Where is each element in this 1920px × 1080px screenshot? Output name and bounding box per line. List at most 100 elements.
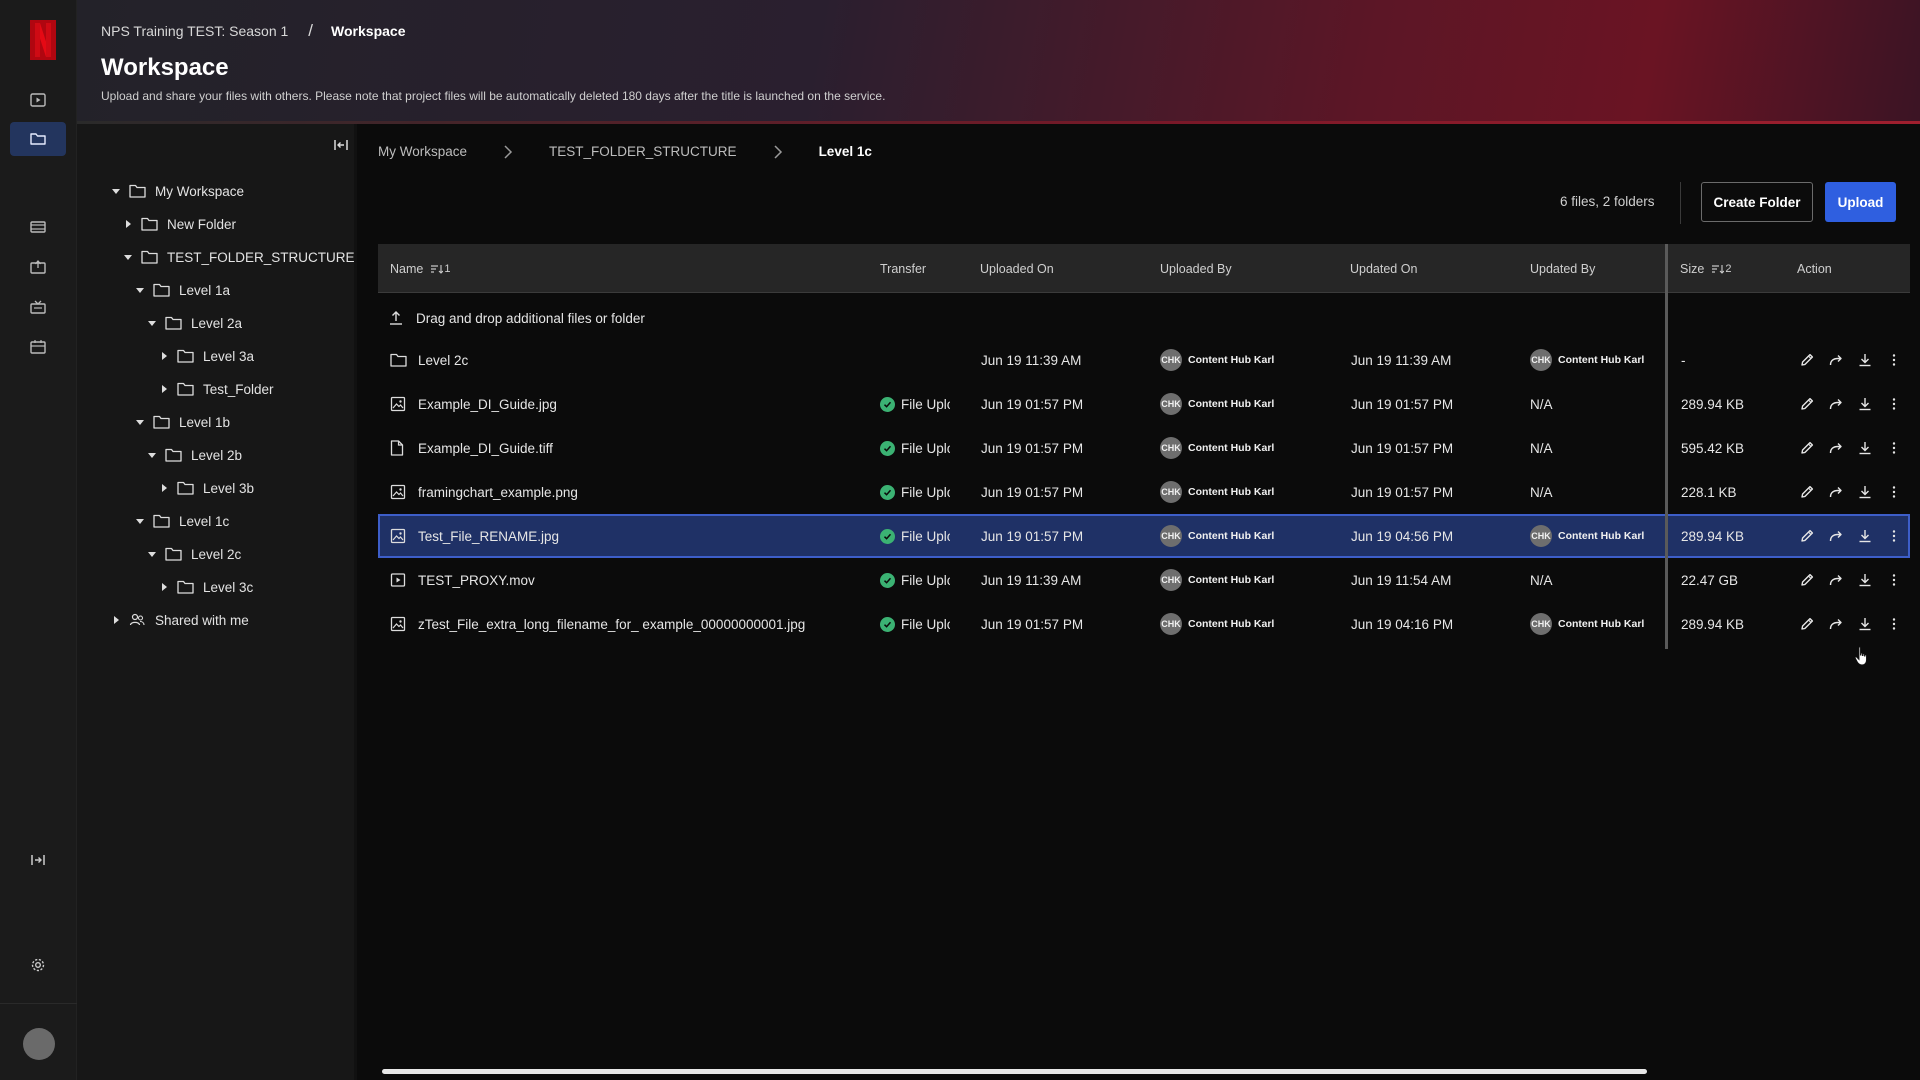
table-row[interactable]: framingchart_example.png File Uploa Jun 19… <box>378 470 1910 514</box>
table-row[interactable]: Example_DI_Guide.jpg File Uploa Jun 19 01:… <box>378 382 1910 426</box>
table-row[interactable]: Example_DI_Guide.tiff File Uploa Jun 19 01… <box>378 426 1910 470</box>
more-vertical-icon[interactable] <box>1885 396 1902 413</box>
column-updated-by[interactable]: Updated By <box>1530 244 1595 293</box>
column-size[interactable]: Size 2 <box>1680 244 1731 293</box>
sort-indicator[interactable]: 2 <box>1712 263 1731 275</box>
horizontal-scrollbar[interactable] <box>382 1069 1647 1074</box>
tree-item[interactable]: Level 1c <box>133 510 229 532</box>
share-arrow-icon[interactable] <box>1827 572 1844 589</box>
rail-settings-button[interactable] <box>10 948 66 982</box>
tree-item[interactable]: My Workspace <box>109 180 244 202</box>
upload-button[interactable]: Upload <box>1825 182 1896 222</box>
table-row[interactable]: zTest_File_extra_long_filename_for_ exam… <box>378 602 1910 646</box>
caret-down-icon[interactable] <box>133 283 147 297</box>
file-name[interactable]: Level 2c <box>390 338 860 382</box>
more-vertical-icon[interactable] <box>1885 352 1902 369</box>
caret-down-icon[interactable] <box>109 184 123 198</box>
tree-item[interactable]: Level 2b <box>145 444 242 466</box>
netflix-logo-icon[interactable] <box>28 20 58 60</box>
column-uploaded-by[interactable]: Uploaded By <box>1160 244 1232 293</box>
rename-pencil-icon[interactable] <box>1798 352 1815 369</box>
tree-item[interactable]: New Folder <box>121 213 236 235</box>
collapse-tree-button[interactable] <box>330 134 352 156</box>
rail-delivery-button[interactable] <box>10 290 66 324</box>
tree-item[interactable]: Level 3b <box>157 477 254 499</box>
download-icon[interactable] <box>1856 440 1873 457</box>
file-name[interactable]: Example_DI_Guide.tiff <box>390 426 860 470</box>
caret-right-icon[interactable] <box>109 613 123 627</box>
rename-pencil-icon[interactable] <box>1798 572 1815 589</box>
rail-expand-button[interactable] <box>10 843 66 877</box>
file-name[interactable]: Example_DI_Guide.jpg <box>390 382 860 426</box>
tree-item[interactable]: Level 2a <box>145 312 242 334</box>
file-name[interactable]: framingchart_example.png <box>390 470 860 514</box>
rail-schedule-button[interactable] <box>10 330 66 364</box>
tree-item[interactable]: Level 1b <box>133 411 230 433</box>
drop-zone[interactable]: Drag and drop additional files or folder <box>378 307 645 329</box>
caret-down-icon[interactable] <box>121 250 135 264</box>
share-arrow-icon[interactable] <box>1827 396 1844 413</box>
table-row[interactable]: Level 2c Jun 19 11:39 AM CHK Content Hub Ka… <box>378 338 1910 382</box>
caret-down-icon[interactable] <box>145 448 159 462</box>
caret-down-icon[interactable] <box>133 514 147 528</box>
caret-down-icon[interactable] <box>145 547 159 561</box>
rename-pencil-icon[interactable] <box>1798 440 1815 457</box>
user-avatar[interactable] <box>23 1028 55 1060</box>
download-icon[interactable] <box>1856 352 1873 369</box>
rail-titles-button[interactable] <box>10 83 66 117</box>
rename-pencil-icon[interactable] <box>1798 484 1815 501</box>
breadcrumb-my-workspace[interactable]: My Workspace <box>378 144 467 159</box>
tree-item[interactable]: TEST_FOLDER_STRUCTURE <box>121 246 355 268</box>
column-updated-on[interactable]: Updated On <box>1350 244 1417 293</box>
tree-item[interactable]: Level 2c <box>145 543 241 565</box>
download-icon[interactable] <box>1856 484 1873 501</box>
tree-item[interactable]: Test_Folder <box>157 378 274 400</box>
column-name[interactable]: Name 1 <box>390 244 450 293</box>
file-name[interactable]: TEST_PROXY.mov <box>390 558 860 602</box>
rail-inbox-button[interactable] <box>10 250 66 284</box>
tree-item[interactable]: Level 1a <box>133 279 230 301</box>
create-folder-button[interactable]: Create Folder <box>1701 182 1813 222</box>
project-link[interactable]: NPS Training TEST: Season 1 <box>101 23 288 39</box>
download-icon[interactable] <box>1856 528 1873 545</box>
more-vertical-icon[interactable] <box>1885 440 1902 457</box>
rename-pencil-icon[interactable] <box>1798 396 1815 413</box>
caret-right-icon[interactable] <box>157 382 171 396</box>
caret-right-icon[interactable] <box>157 481 171 495</box>
column-transfer[interactable]: Transfer <box>880 244 926 293</box>
share-arrow-icon[interactable] <box>1827 616 1844 633</box>
column-uploaded-on[interactable]: Uploaded On <box>980 244 1054 293</box>
caret-down-icon[interactable] <box>133 415 147 429</box>
file-name[interactable]: Test_File_RENAME.jpg <box>390 514 860 558</box>
more-vertical-icon[interactable] <box>1885 572 1902 589</box>
download-icon[interactable] <box>1856 396 1873 413</box>
table-row[interactable]: Test_File_RENAME.jpg File Uploa Jun 19 01:… <box>378 514 1910 558</box>
column-resize-handle[interactable] <box>1665 244 1668 649</box>
file-name[interactable]: zTest_File_extra_long_filename_for_ exam… <box>390 602 860 646</box>
rail-workspace-button[interactable] <box>10 122 66 156</box>
download-icon[interactable] <box>1856 572 1873 589</box>
caret-down-icon[interactable] <box>145 316 159 330</box>
caret-right-icon[interactable] <box>121 217 135 231</box>
caret-right-icon[interactable] <box>157 580 171 594</box>
file-size: 289.94 KB <box>1681 616 1745 632</box>
breadcrumb-test-folder-structure[interactable]: TEST_FOLDER_STRUCTURE <box>549 144 737 159</box>
caret-right-icon[interactable] <box>157 349 171 363</box>
share-arrow-icon[interactable] <box>1827 528 1844 545</box>
file-size: 595.42 KB <box>1681 440 1745 456</box>
share-arrow-icon[interactable] <box>1827 484 1844 501</box>
tree-item[interactable]: Level 3c <box>157 576 253 598</box>
more-vertical-icon[interactable] <box>1885 484 1902 501</box>
more-vertical-icon[interactable] <box>1885 528 1902 545</box>
rename-pencil-icon[interactable] <box>1798 528 1815 545</box>
tree-item[interactable]: Shared with me <box>109 609 249 631</box>
sort-indicator[interactable]: 1 <box>431 263 450 275</box>
download-icon[interactable] <box>1856 616 1873 633</box>
tree-item[interactable]: Level 3a <box>157 345 254 367</box>
more-vertical-icon[interactable] <box>1885 616 1902 633</box>
share-arrow-icon[interactable] <box>1827 352 1844 369</box>
rail-media-button[interactable] <box>10 210 66 244</box>
rename-pencil-icon[interactable] <box>1798 616 1815 633</box>
table-row[interactable]: TEST_PROXY.mov File Uploa Jun 19 11:39 AM C… <box>378 558 1910 602</box>
share-arrow-icon[interactable] <box>1827 440 1844 457</box>
